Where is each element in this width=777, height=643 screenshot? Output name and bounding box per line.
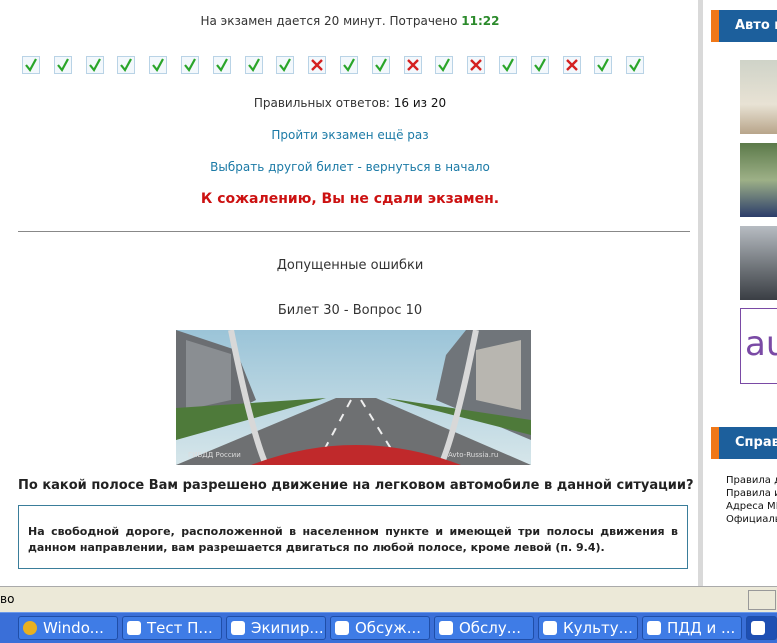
sidebar-link[interactable]: Адреса МР [726, 500, 777, 513]
errors-title: Допущенные ошибки [276, 258, 424, 273]
checkmark-icon [279, 58, 292, 72]
browser-status-bar: во [0, 586, 777, 613]
answer-result-9 [276, 56, 295, 74]
taskbar-item-culture[interactable]: Культу... [538, 616, 638, 640]
ie-icon [647, 621, 661, 635]
question-image: ГИБДД России Avto-Russia.ru [176, 330, 531, 465]
taskbar-item-test[interactable]: Тест П... [122, 616, 222, 640]
ie-icon [439, 621, 453, 635]
checkmark-icon [120, 58, 133, 72]
news-thumbnail-1[interactable] [740, 60, 777, 134]
answer-result-8 [244, 56, 263, 74]
status-zone-field [748, 590, 776, 610]
checkmark-icon [247, 58, 260, 72]
checkmark-icon [56, 58, 69, 72]
checkmark-icon [374, 58, 387, 72]
answer-result-17 [530, 56, 549, 74]
answer-result-2 [53, 56, 72, 74]
answer-result-7 [212, 56, 231, 74]
ie-icon [543, 621, 557, 635]
choose-other-ticket-link[interactable]: Выбрать другой билет - вернуться в начал… [210, 160, 490, 174]
taskbar-item-discussion[interactable]: Обсуж... [330, 616, 430, 640]
fail-message: К сожалению, Вы не сдали экзамен. [200, 191, 500, 207]
taskbar-item-pdd[interactable]: ПДД и ... [642, 616, 742, 640]
answer-result-19 [594, 56, 613, 74]
sidebar-links: Правила д Правила и Адреса МР Официаль [726, 474, 777, 526]
explanation-text: На свободной дороге, расположенной в нас… [28, 525, 678, 554]
checkmark-icon [629, 58, 642, 72]
timer-prefix: На экзамен дается 20 минут. Потрачено [200, 14, 462, 28]
timer-value: 11:22 [461, 14, 500, 28]
ie-icon [335, 621, 349, 635]
cross-icon [311, 59, 324, 71]
checkmark-icon [152, 58, 165, 72]
checkmark-icon [343, 58, 355, 72]
news-thumbnail-2[interactable] [740, 143, 777, 217]
score-label: Правильных ответов: [253, 96, 394, 110]
ie-icon [231, 621, 245, 635]
checkmark-icon [215, 58, 228, 72]
answer-result-18 [562, 56, 581, 74]
answer-result-1 [22, 56, 40, 74]
cross-icon [565, 59, 578, 71]
checkmark-icon [502, 58, 514, 72]
ie-icon [127, 621, 141, 635]
retry-exam-link[interactable]: Пройти экзамен ещё раз [271, 128, 428, 142]
answer-result-20 [626, 56, 645, 74]
checkmark-icon [438, 58, 451, 72]
cross-icon [470, 59, 483, 71]
main-content: На экзамен дается 20 минут. Потрачено 11… [0, 0, 700, 586]
media-player-icon [23, 621, 37, 635]
separator [18, 231, 690, 232]
taskbar-item-service[interactable]: Обслу... [434, 616, 534, 640]
windows-taskbar: Windo... Тест П... Экипир... Обсуж... Об… [0, 612, 777, 643]
answer-result-16 [498, 56, 517, 74]
ie-icon [751, 621, 765, 635]
checkmark-icon [597, 58, 610, 72]
answer-result-4 [117, 56, 136, 74]
taskbar-item-active[interactable] [746, 616, 777, 640]
score-value: 16 из 20 [393, 96, 447, 110]
answer-result-13 [403, 56, 422, 74]
ad-banner[interactable]: au [740, 308, 777, 384]
sidebar-link[interactable]: Правила и [726, 487, 777, 500]
sidebar-header-news[interactable]: Авто но [711, 10, 777, 42]
question-text: По какой полосе Вам разрешено движение н… [18, 478, 694, 493]
checkmark-icon [184, 58, 196, 72]
answer-result-11 [339, 56, 358, 74]
news-thumbnail-3[interactable] [740, 226, 777, 300]
explanation-box: На свободной дороге, расположенной в нас… [18, 505, 688, 569]
answer-result-3 [85, 56, 104, 74]
answer-result-15 [467, 56, 486, 74]
answer-results-row [22, 56, 645, 74]
taskbar-item-equipment[interactable]: Экипир... [226, 616, 326, 640]
answer-result-5 [149, 56, 168, 74]
ticket-label: Билет 30 - Вопрос 10 [277, 303, 423, 318]
checkmark-icon [25, 58, 37, 72]
checkmark-icon [533, 58, 546, 72]
exam-timer: На экзамен дается 20 минут. Потрачено 11… [0, 14, 700, 28]
taskbar-item-media-player[interactable]: Windo... [18, 616, 118, 640]
score-line: Правильных ответов: 16 из 20 [0, 96, 700, 110]
watermark-right: Avto-Russia.ru [448, 451, 498, 459]
checkmark-icon [88, 58, 101, 72]
right-sidebar: Авто но au Справо Правила д Правила и Ад… [703, 0, 777, 586]
sidebar-header-reference[interactable]: Справо [711, 427, 777, 459]
sidebar-link[interactable]: Официаль [726, 513, 777, 526]
cross-icon [406, 59, 419, 71]
status-text: во [0, 592, 15, 606]
answer-result-12 [371, 56, 390, 74]
watermark-left: ГИБДД России [188, 451, 241, 459]
sidebar-link[interactable]: Правила д [726, 474, 777, 487]
answer-result-6 [180, 56, 199, 74]
answer-result-14 [435, 56, 454, 74]
answer-result-10 [308, 56, 327, 74]
